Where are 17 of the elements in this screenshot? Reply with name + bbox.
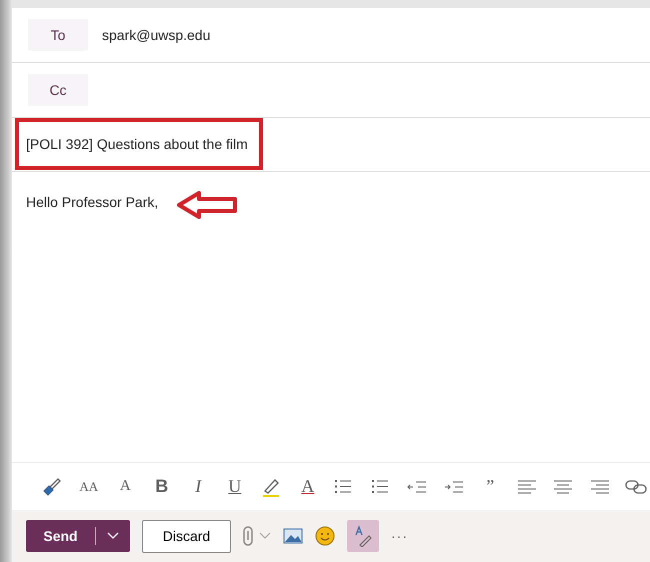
quote-button[interactable]: ” — [472, 470, 508, 502]
recipient-button[interactable]: To — [28, 19, 88, 51]
more-options-button[interactable]: ··· — [391, 520, 408, 552]
discard-button[interactable]: Discard — [142, 520, 231, 552]
grow-font-button[interactable]: A — [107, 470, 144, 502]
bold-button[interactable]: B — [144, 470, 180, 502]
recipient-button[interactable]: Cc — [28, 74, 88, 106]
message-text: Hello Professor Park, — [26, 194, 158, 210]
underline-button[interactable]: U — [216, 470, 253, 502]
recipient-address: spark@uwsp.edu — [102, 26, 210, 45]
font-color-button[interactable]: A — [290, 470, 326, 502]
font-size-button[interactable]: AA — [70, 470, 107, 502]
caret-icon[interactable] — [107, 532, 119, 540]
editor-icon[interactable] — [347, 520, 379, 552]
subject-text: [POLI 392] Questions about the film — [26, 135, 248, 154]
italic-button[interactable]: I — [180, 470, 216, 502]
send-button[interactable]: Send — [26, 520, 130, 552]
